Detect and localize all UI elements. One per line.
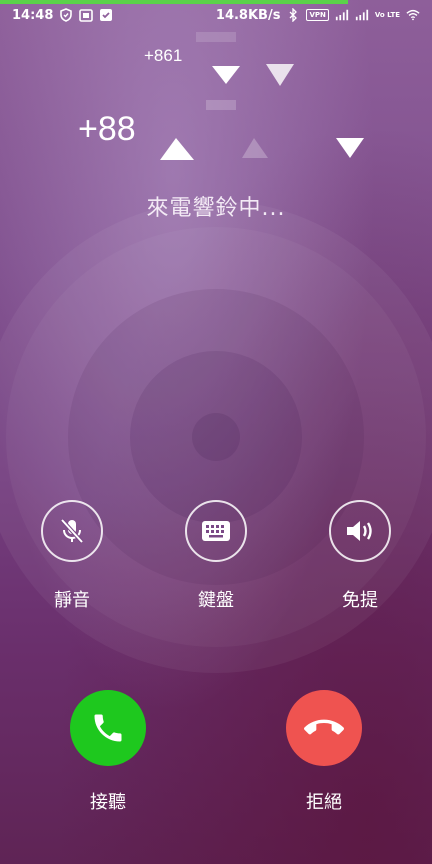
answer-label: 接聽: [90, 792, 126, 813]
shield-icon: [59, 8, 73, 22]
mute-button[interactable]: 靜音: [22, 500, 122, 612]
speaker-label: 免提: [342, 590, 378, 611]
speaker-circle[interactable]: [329, 500, 391, 562]
keypad-button[interactable]: 鍵盤: [166, 500, 266, 612]
keypad-circle[interactable]: [185, 500, 247, 562]
caller-number-secondary: +861: [144, 46, 183, 65]
answer-circle[interactable]: [70, 690, 146, 766]
phone-answer-icon: [94, 714, 122, 742]
screenshot-icon: [79, 8, 94, 22]
phone-hangup-icon: [304, 719, 344, 735]
decline-label: 拒絕: [306, 792, 342, 813]
keypad-label: 鍵盤: [198, 590, 234, 611]
network-speed: 14.8KB/s: [215, 7, 281, 23]
volte-badge: Vo LTE: [374, 10, 400, 19]
mic-off-icon: [60, 518, 84, 544]
redaction-overlay: [160, 32, 364, 160]
bluetooth-icon: [286, 8, 300, 22]
answer-button[interactable]: 接聽: [48, 690, 168, 814]
decline-button[interactable]: 拒絕: [264, 690, 384, 814]
keypad-icon: [202, 521, 230, 541]
vpn-badge: VPN: [306, 9, 329, 21]
speaker-button[interactable]: 免提: [310, 500, 410, 612]
status-time: 14:48: [12, 7, 54, 23]
mute-circle[interactable]: [41, 500, 103, 562]
decline-circle[interactable]: [286, 690, 362, 766]
call-status: 來電響鈴中...: [146, 196, 286, 221]
mute-label: 靜音: [54, 590, 90, 611]
signal-icon: [335, 8, 349, 22]
signal-icon: [355, 8, 369, 22]
caller-number: +88: [78, 110, 136, 148]
clipboard-check-icon: [99, 8, 113, 22]
speaker-icon: [347, 521, 372, 541]
status-bar: 14:48 14.8KB/s VPN Vo LTE: [0, 4, 432, 26]
wifi-icon: [406, 8, 420, 22]
